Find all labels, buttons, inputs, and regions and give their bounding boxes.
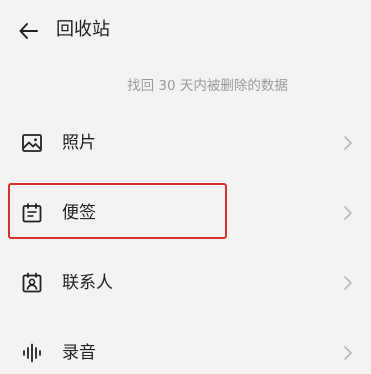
chevron-right-icon <box>341 344 355 362</box>
back-button[interactable] <box>12 14 46 48</box>
item-label-recordings: 录音 <box>62 343 96 363</box>
audio-wave-icon <box>20 341 44 365</box>
calendar-notes-icon <box>20 201 44 225</box>
chevron-right-icon <box>341 274 355 292</box>
header: 回收站 <box>0 0 371 62</box>
page-title: 回收站 <box>56 19 110 40</box>
image-icon <box>20 131 44 155</box>
list-item-notes[interactable]: 便签 <box>0 183 371 243</box>
recycle-bin-screen: 回收站 找回 30 天内被删除的数据 照片 便签 联系人 录音 <box>0 0 371 374</box>
item-label-contacts: 联系人 <box>62 273 113 293</box>
list-item-photos[interactable]: 照片 <box>0 113 371 173</box>
item-label-photos: 照片 <box>62 133 96 153</box>
list-item-contacts[interactable]: 联系人 <box>0 253 371 313</box>
contact-icon <box>20 271 44 295</box>
arrow-left-icon <box>19 23 38 39</box>
item-label-notes: 便签 <box>62 203 96 223</box>
chevron-right-icon <box>341 134 355 152</box>
chevron-right-icon <box>341 204 355 222</box>
subtitle: 找回 30 天内被删除的数据 <box>127 78 288 94</box>
list-item-recordings[interactable]: 录音 <box>0 323 371 374</box>
